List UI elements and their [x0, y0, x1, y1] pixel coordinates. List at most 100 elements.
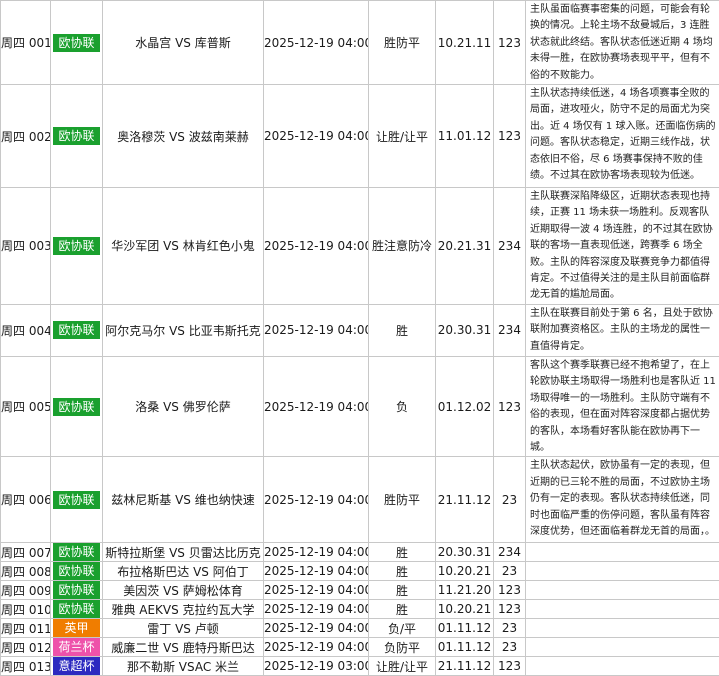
match-odds: 20.30.31: [436, 543, 494, 562]
match-odds: 20.21.31: [436, 188, 494, 305]
league-cell: 欧协联: [51, 562, 103, 581]
table-row: 周四 005欧协联洛桑 VS 佛罗伦萨2025-12-19 04:00负01.1…: [1, 356, 719, 456]
match-time: 2025-12-19 04:00: [264, 188, 369, 305]
match-odds: 11.01.12: [436, 85, 494, 188]
match-analysis: [526, 638, 719, 657]
table-row: 周四 001欧协联水晶宫 VS 库普斯2025-12-19 04:00胜防平10…: [1, 1, 719, 85]
league-cell: 欧协联: [51, 600, 103, 619]
league-badge: 欧协联: [53, 562, 100, 580]
match-id: 周四 005: [1, 356, 51, 456]
match-time: 2025-12-19 04:00: [264, 619, 369, 638]
league-badge: 意超杯: [53, 657, 100, 675]
match-time: 2025-12-19 04:00: [264, 543, 369, 562]
match-time: 2025-12-19 04:00: [264, 638, 369, 657]
league-badge: 欧协联: [53, 321, 100, 339]
match-id: 周四 001: [1, 1, 51, 85]
table-row: 周四 006欧协联兹林尼斯基 VS 维也纳快速2025-12-19 04:00胜…: [1, 457, 719, 543]
match-odds: 20.30.31: [436, 304, 494, 356]
match-code: 123: [494, 581, 526, 600]
match-id: 周四 009: [1, 581, 51, 600]
league-badge: 欧协联: [53, 34, 100, 52]
match-analysis: 主队状态持续低迷，4 场各项赛事全败的局面，进攻哑火，防守不足的局面尤为突出。近…: [526, 85, 719, 188]
table-row: 周四 003欧协联华沙军团 VS 林肯红色小鬼2025-12-19 04:00胜…: [1, 188, 719, 305]
match-odds: 21.11.12: [436, 457, 494, 543]
match-odds: 10.20.21: [436, 562, 494, 581]
match-time: 2025-12-19 04:00: [264, 304, 369, 356]
match-pick: 让胜/让平: [369, 657, 436, 676]
match-pick: 胜: [369, 543, 436, 562]
match-id: 周四 012: [1, 638, 51, 657]
league-cell: 英甲: [51, 619, 103, 638]
match-pick: 胜: [369, 304, 436, 356]
match-code: 234: [494, 543, 526, 562]
match-code: 23: [494, 619, 526, 638]
match-pick: 胜: [369, 600, 436, 619]
match-code: 23: [494, 457, 526, 543]
match-pick: 胜: [369, 562, 436, 581]
table-row: 周四 004欧协联阿尔克马尔 VS 比亚韦斯托克2025-12-19 04:00…: [1, 304, 719, 356]
match-code: 234: [494, 304, 526, 356]
match-teams: 阿尔克马尔 VS 比亚韦斯托克: [103, 304, 264, 356]
match-id: 周四 006: [1, 457, 51, 543]
match-time: 2025-12-19 04:00: [264, 600, 369, 619]
match-analysis: 主队虽面临赛事密集的问题，可能会有轮换的情况。上轮主场不敌曼城后，3 连胜状态就…: [526, 1, 719, 85]
match-code: 23: [494, 562, 526, 581]
league-cell: 欧协联: [51, 356, 103, 456]
match-code: 123: [494, 657, 526, 676]
league-badge: 欧协联: [53, 127, 100, 145]
match-time: 2025-12-19 04:00: [264, 85, 369, 188]
match-odds: 11.21.20: [436, 581, 494, 600]
match-id: 周四 002: [1, 85, 51, 188]
league-cell: 欧协联: [51, 581, 103, 600]
league-cell: 意超杯: [51, 657, 103, 676]
table-row: 周四 008欧协联布拉格斯巴达 VS 阿伯丁2025-12-19 04:00胜1…: [1, 562, 719, 581]
match-id: 周四 010: [1, 600, 51, 619]
table-row: 周四 012荷兰杯威廉二世 VS 鹿特丹斯巴达2025-12-19 04:00负…: [1, 638, 719, 657]
match-code: 23: [494, 638, 526, 657]
match-pick: 胜: [369, 581, 436, 600]
match-id: 周四 011: [1, 619, 51, 638]
league-cell: 欧协联: [51, 85, 103, 188]
league-badge: 欧协联: [53, 491, 100, 509]
match-code: 123: [494, 85, 526, 188]
match-time: 2025-12-19 04:00: [264, 1, 369, 85]
match-odds: 10.20.21: [436, 600, 494, 619]
league-badge: 荷兰杯: [53, 638, 100, 656]
match-odds: 01.11.12: [436, 638, 494, 657]
match-time: 2025-12-19 03:00: [264, 657, 369, 676]
match-pick: 胜防平: [369, 1, 436, 85]
league-badge: 欧协联: [53, 581, 100, 599]
table-row: 周四 013意超杯那不勒斯 VSAC 米兰2025-12-19 03:00让胜/…: [1, 657, 719, 676]
match-code: 123: [494, 356, 526, 456]
league-cell: 荷兰杯: [51, 638, 103, 657]
match-id: 周四 013: [1, 657, 51, 676]
match-teams: 洛桑 VS 佛罗伦萨: [103, 356, 264, 456]
match-pick: 胜防平: [369, 457, 436, 543]
match-analysis: 主队在联赛目前处于第 6 名，且处于欧协联附加赛资格区。主队的主场龙的属性一直值…: [526, 304, 719, 356]
match-odds: 21.11.12: [436, 657, 494, 676]
match-pick: 让胜/让平: [369, 85, 436, 188]
match-time: 2025-12-19 04:00: [264, 457, 369, 543]
match-pick: 负: [369, 356, 436, 456]
match-analysis: 主队状态起伏，欧协虽有一定的表现，但近期的已三轮不胜的局面，不过欧协主场仍有一定…: [526, 457, 719, 543]
match-odds: 10.21.11: [436, 1, 494, 85]
match-teams: 雷丁 VS 卢顿: [103, 619, 264, 638]
match-table: 周四 001欧协联水晶宫 VS 库普斯2025-12-19 04:00胜防平10…: [0, 0, 719, 676]
match-odds: 01.11.12: [436, 619, 494, 638]
match-analysis: 主队联赛深陷降级区，近期状态表现也持续，正赛 11 场未获一场胜利。反观客队近期…: [526, 188, 719, 305]
table-row: 周四 010欧协联雅典 AEKVS 克拉约瓦大学2025-12-19 04:00…: [1, 600, 719, 619]
league-cell: 欧协联: [51, 457, 103, 543]
table-row: 周四 011英甲雷丁 VS 卢顿2025-12-19 04:00负/平01.11…: [1, 619, 719, 638]
league-badge: 欧协联: [53, 398, 100, 416]
match-teams: 雅典 AEKVS 克拉约瓦大学: [103, 600, 264, 619]
match-id: 周四 008: [1, 562, 51, 581]
match-pick: 负/平: [369, 619, 436, 638]
match-analysis: [526, 543, 719, 562]
match-teams: 奥洛穆茨 VS 波兹南莱赫: [103, 85, 264, 188]
match-id: 周四 003: [1, 188, 51, 305]
league-cell: 欧协联: [51, 304, 103, 356]
match-teams: 华沙军团 VS 林肯红色小鬼: [103, 188, 264, 305]
league-badge: 英甲: [53, 619, 100, 637]
match-odds: 01.12.02: [436, 356, 494, 456]
match-analysis: [526, 562, 719, 581]
